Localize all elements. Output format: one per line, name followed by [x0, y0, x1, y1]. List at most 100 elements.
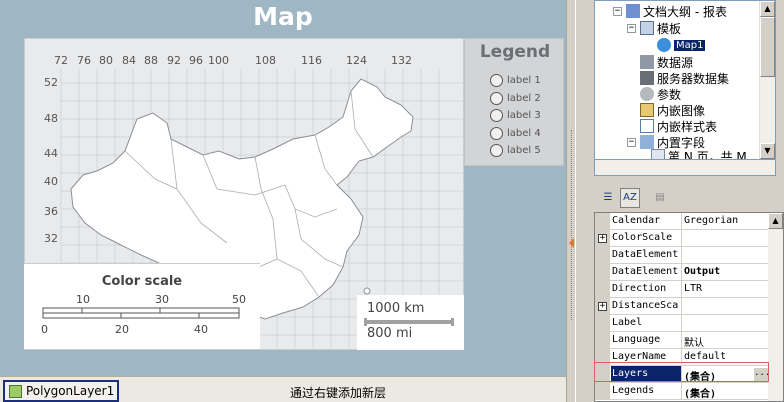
page-icon [651, 149, 665, 159]
longitude-tick: 92 [167, 54, 181, 67]
property-grid-scrollbar[interactable]: ▲ [768, 213, 783, 401]
tree-horizontal-scrollbar[interactable] [594, 160, 776, 176]
add-layer-hint: 通过右键添加新层 [290, 386, 387, 400]
longitude-tick: 108 [255, 54, 276, 67]
legend-swatch [490, 126, 503, 140]
expand-icon[interactable]: + [598, 302, 607, 311]
collapse-icon[interactable]: − [613, 6, 622, 16]
map-designer-surface[interactable]: Map 72 76 80 84 88 92 96 100 108 116 124… [0, 0, 566, 376]
property-row-layername[interactable]: LayerName default [595, 349, 769, 366]
tree-item-datasource[interactable]: + 数据源 [627, 54, 693, 70]
collapse-left-arrow-icon[interactable] [569, 238, 574, 248]
property-row-layers[interactable]: Layers (集合) ... [595, 366, 770, 383]
property-row-distancescale[interactable]: + DistanceSca [595, 298, 769, 315]
distance-scale[interactable]: 1000 km 800 mi [357, 295, 464, 350]
legend-title: Legend [479, 42, 551, 62]
property-row-label[interactable]: Label [595, 315, 769, 332]
property-row-language[interactable]: Language 默认 [595, 332, 769, 349]
longitude-tick: 116 [301, 54, 322, 67]
collapse-icon[interactable]: − [627, 137, 636, 147]
image-icon [640, 103, 654, 117]
legend-item: label 3 [490, 107, 541, 123]
color-scale-tick: 40 [194, 323, 208, 336]
tree-item-embedded-images[interactable]: + 内嵌图像 [627, 102, 705, 118]
longitude-tick: 124 [346, 54, 367, 67]
globe-icon [657, 38, 671, 52]
property-row-colorscale[interactable]: + ColorScale [595, 230, 769, 247]
categorized-icon[interactable]: ☰ [598, 188, 618, 208]
legend-swatch [490, 73, 503, 87]
expand-icon[interactable]: + [598, 234, 607, 243]
tree-item-page-n-of-m[interactable]: 第 N 页，共 M [651, 148, 747, 159]
tree-item-map1[interactable]: Map1 [657, 37, 706, 53]
color-scale-tick: 0 [41, 323, 48, 336]
latitude-tick: 36 [44, 205, 58, 218]
tree-vertical-scrollbar[interactable]: ▲ ▼ [759, 1, 775, 159]
tree-item-document-outline[interactable]: − 文档大纲 - 报表 [613, 3, 727, 19]
tree-item-dataset[interactable]: + 服务器数据集 [627, 70, 729, 86]
property-toolbar: ☰ AZ ▤ [594, 184, 776, 210]
field-icon [640, 135, 654, 149]
color-scale-tick: 50 [232, 293, 246, 306]
layer-tab-polygonlayer1[interactable]: PolygonLayer1 [3, 380, 119, 402]
longitude-tick: 88 [144, 54, 158, 67]
property-row-legends[interactable]: Legends (集合) [595, 383, 769, 400]
scroll-thumb[interactable] [760, 17, 775, 77]
property-row-dataelement[interactable]: DataElement [595, 247, 769, 264]
longitude-tick: 100 [208, 54, 229, 67]
legend-item: label 5 [490, 142, 541, 158]
longitude-tick: 80 [99, 54, 113, 67]
property-pages-icon[interactable]: ▤ [650, 188, 670, 208]
property-row-calendar[interactable]: Calendar Gregorian [595, 213, 769, 230]
color-scale-tick: 20 [115, 323, 129, 336]
longitude-tick: 84 [122, 54, 136, 67]
document-outline-tree[interactable]: − 文档大纲 - 报表 − 模板 Map1 + 数据源 + 服务器数据集 + 参… [594, 0, 776, 160]
latitude-tick: 44 [44, 147, 58, 160]
longitude-tick: 72 [54, 54, 68, 67]
color-scale-tick: 10 [76, 293, 90, 306]
latitude-tick: 32 [44, 232, 58, 245]
longitude-tick: 96 [189, 54, 203, 67]
legend-swatch [490, 108, 503, 122]
property-row-direction[interactable]: Direction LTR [595, 281, 769, 298]
legend-item-label: label 3 [507, 109, 541, 121]
legend-item: label 2 [490, 90, 541, 106]
parameter-icon [640, 87, 654, 101]
template-icon [640, 21, 654, 35]
splitter-grip [571, 130, 573, 320]
distance-scale-km: 1000 km [367, 301, 425, 316]
layer-tab-label: PolygonLayer1 [26, 384, 115, 398]
document-outline-icon [626, 4, 640, 18]
longitude-tick: 76 [77, 54, 91, 67]
tree-item-embedded-stylesheets[interactable]: + 内嵌样式表 [627, 118, 717, 134]
dataset-icon [640, 71, 654, 85]
latitude-tick: 48 [44, 112, 58, 125]
latitude-tick: 52 [44, 76, 58, 89]
longitude-tick: 132 [391, 54, 412, 67]
legend-item-label: label 4 [507, 127, 541, 139]
legend-swatch [490, 91, 503, 105]
collapse-icon[interactable]: − [627, 23, 636, 33]
datasource-icon [640, 55, 654, 69]
scroll-up-icon[interactable]: ▲ [768, 213, 783, 229]
scroll-down-icon[interactable]: ▼ [760, 143, 775, 159]
color-scale[interactable]: Color scale 10 30 50 0 20 40 [24, 263, 260, 349]
color-scale-title: Color scale [101, 274, 183, 289]
panel-splitter[interactable] [566, 0, 576, 402]
tree-item-template[interactable]: − 模板 [627, 20, 681, 36]
alphabetical-sort-icon[interactable]: AZ [620, 188, 640, 208]
stylesheet-icon [640, 119, 654, 133]
property-row-dataelement-output[interactable]: DataElement Output [595, 264, 769, 281]
property-grid[interactable]: Calendar Gregorian + ColorScale DataElem… [594, 212, 784, 402]
polygon-layer-icon [9, 384, 22, 398]
tree-item-parameters[interactable]: + 参数 [627, 86, 681, 102]
distance-scale-mi: 800 mi [367, 326, 413, 341]
color-scale-tick: 30 [155, 293, 169, 306]
report-designer: Map 72 76 80 84 88 92 96 100 108 116 124… [0, 0, 784, 402]
map-legend[interactable]: Legend label 1 label 2 label 3 label 4 l… [464, 38, 564, 166]
map-title[interactable]: Map [0, 2, 566, 31]
ellipsis-button[interactable]: ... [753, 367, 770, 382]
legend-swatch [490, 143, 503, 157]
scroll-up-icon[interactable]: ▲ [760, 1, 775, 17]
color-scale-bar [42, 307, 240, 319]
